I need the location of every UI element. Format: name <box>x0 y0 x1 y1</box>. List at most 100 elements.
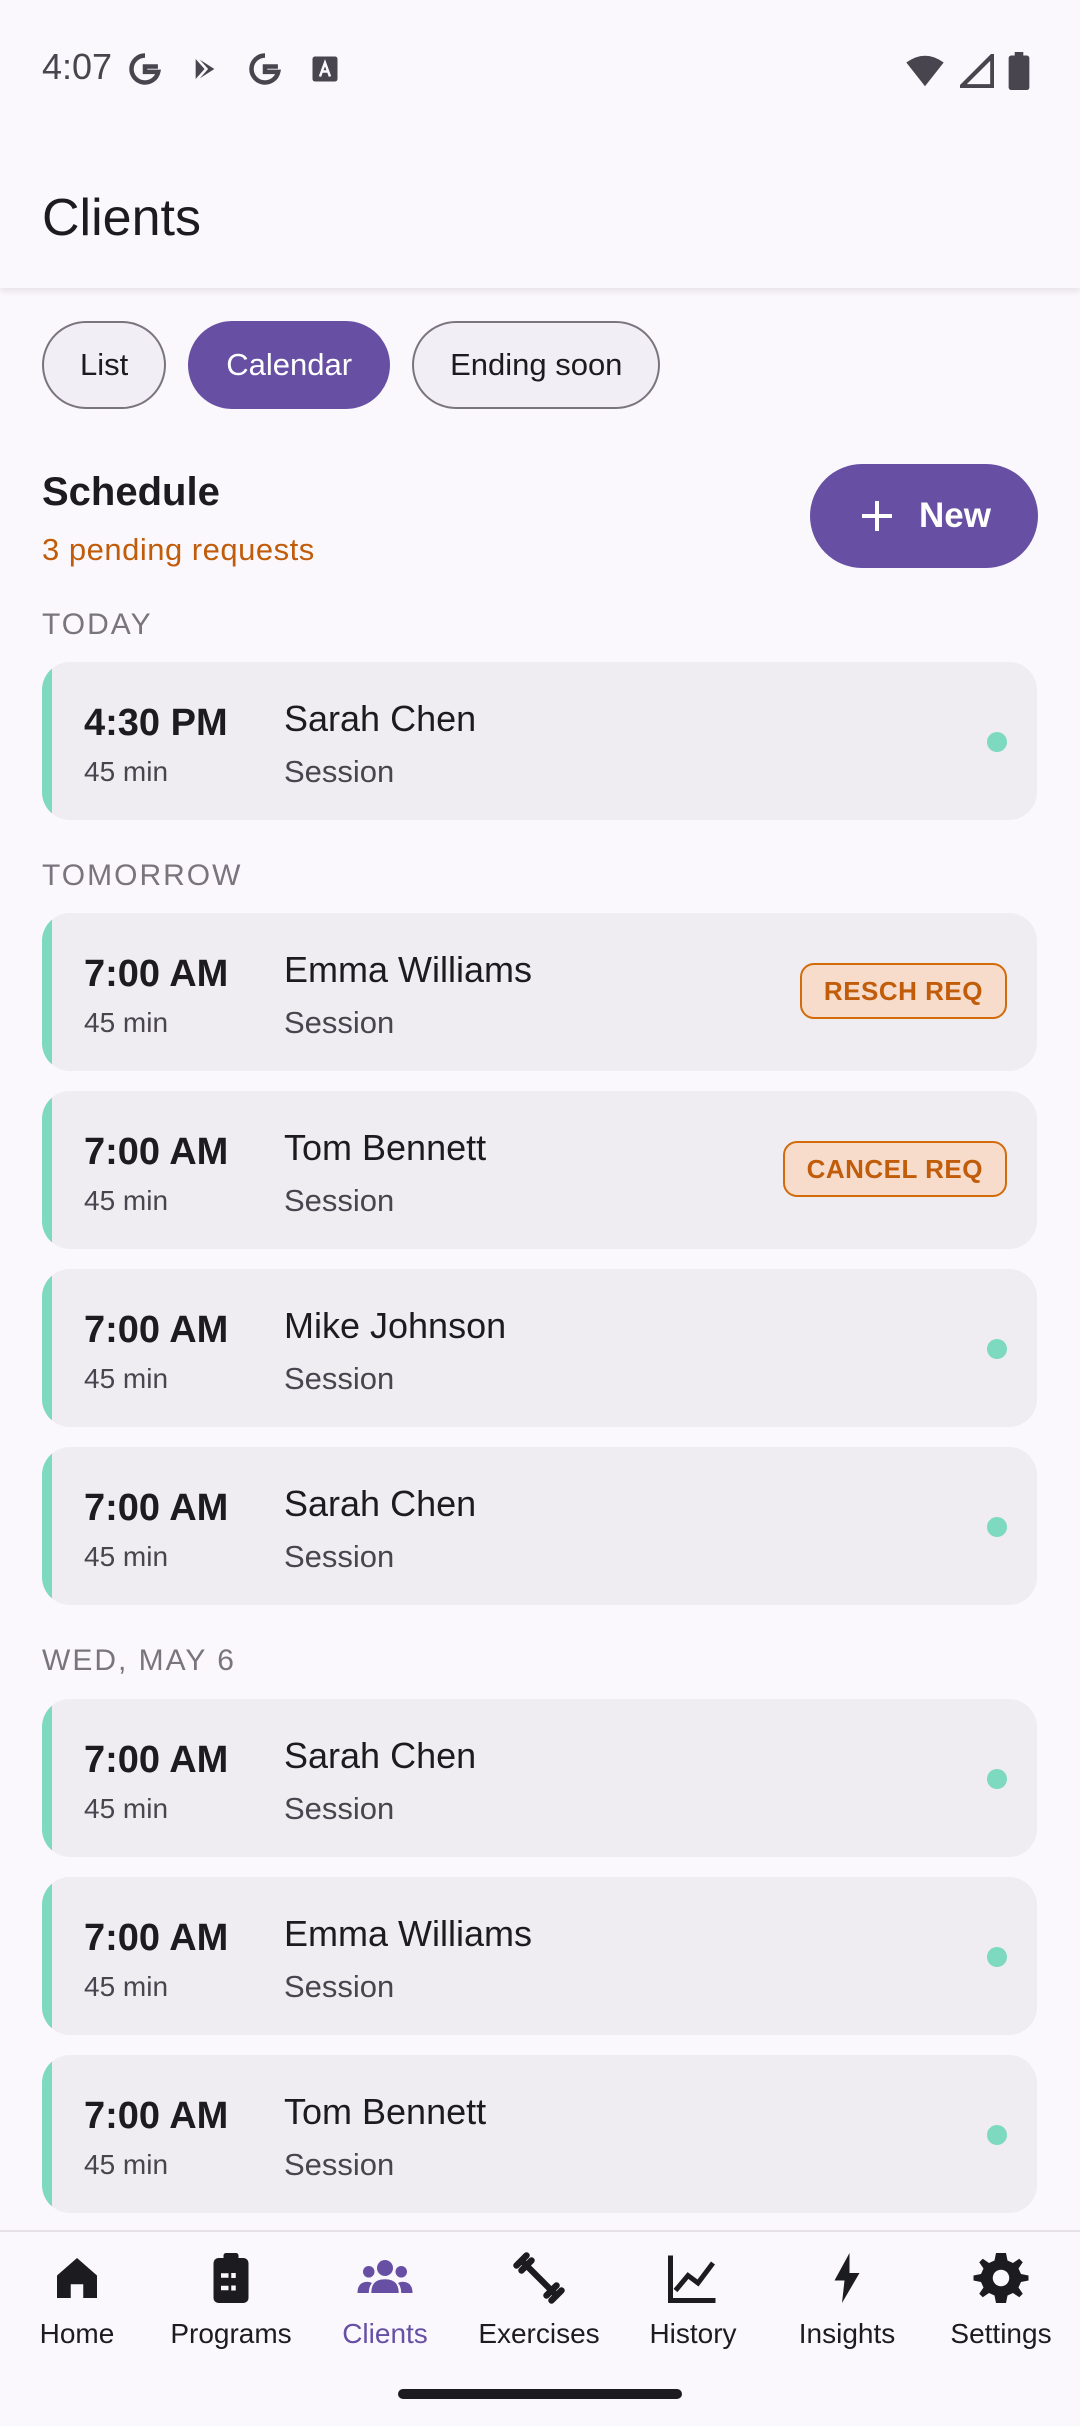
people-icon <box>357 2260 413 2293</box>
status-bar: 4:07 <box>0 0 1080 140</box>
wifi-icon <box>904 54 946 93</box>
client-name: Tom Bennett <box>284 1127 487 1168</box>
card-accent <box>42 1269 52 1427</box>
session-time: 7:00 AM <box>84 1739 229 1781</box>
status-dot <box>987 1339 1007 1359</box>
card-accent <box>42 1699 52 1857</box>
play-store-icon <box>186 50 224 88</box>
section-label-today: TODAY <box>42 608 153 641</box>
client-name: Tom Bennett <box>284 2091 487 2132</box>
session-time: 7:00 AM <box>84 1131 229 1173</box>
status-dot <box>987 1517 1007 1537</box>
reschedule-request-badge: RESCH REQ <box>799 963 1007 1019</box>
gear-icon <box>973 2253 1029 2303</box>
chip-calendar[interactable]: Calendar <box>188 321 391 409</box>
pending-requests-link[interactable]: 3 pending requests <box>42 532 315 568</box>
card-accent <box>42 1877 52 2035</box>
chip-ending-soon[interactable]: Ending soon <box>412 321 661 409</box>
plus-icon <box>862 501 893 531</box>
session-duration: 45 min <box>84 1185 169 1216</box>
session-card[interactable]: 7:00 AM 45 min Tom Bennett Session CANCE… <box>42 1091 1037 1249</box>
card-accent <box>42 1091 52 1249</box>
google-icon <box>126 50 164 88</box>
status-dot <box>987 1769 1007 1789</box>
nav-exercises[interactable]: Exercises <box>462 2248 616 2350</box>
page-title: Clients <box>42 189 201 247</box>
chart-line-icon <box>668 2255 716 2303</box>
notification-icons <box>126 50 344 88</box>
session-type: Session <box>284 1361 395 1396</box>
section-label-date: WED, MAY 6 <box>42 1644 236 1677</box>
client-name: Emma Williams <box>284 949 532 990</box>
nav-label: Settings <box>950 2318 1052 2349</box>
nav-label: History <box>649 2318 737 2349</box>
signal-icon <box>956 50 995 93</box>
battery-icon <box>1008 52 1030 95</box>
card-accent <box>42 913 52 1071</box>
nav-history[interactable]: History <box>616 2248 770 2350</box>
home-icon <box>57 2258 97 2298</box>
session-type: Session <box>284 1791 395 1826</box>
nav-settings[interactable]: Settings <box>924 2248 1078 2350</box>
nav-programs[interactable]: Programs <box>154 2248 308 2350</box>
session-card[interactable]: 7:00 AM 45 min Mike Johnson Session <box>42 1269 1037 1427</box>
session-duration: 45 min <box>84 1971 169 2002</box>
chip-list[interactable]: List <box>42 321 167 409</box>
session-type: Session <box>284 1539 395 1574</box>
session-duration: 45 min <box>84 1793 169 1824</box>
view-filter-chips: List Calendar Ending soon <box>42 321 661 409</box>
session-duration: 45 min <box>84 1541 169 1572</box>
client-name: Sarah Chen <box>284 1483 477 1524</box>
schedule-title: Schedule <box>42 470 220 514</box>
session-time: 7:00 AM <box>84 2095 229 2137</box>
top-app-bar: Clients <box>0 140 1080 288</box>
nav-label: Insights <box>798 2318 896 2349</box>
nav-label: Home <box>39 2318 115 2349</box>
nav-home[interactable]: Home <box>0 2248 154 2350</box>
client-name: Sarah Chen <box>284 698 477 739</box>
session-time: 7:00 AM <box>84 1487 229 1529</box>
session-card[interactable]: 7:00 AM 45 min Tom Bennett Session <box>42 2055 1037 2213</box>
session-card[interactable]: 7:00 AM 45 min Sarah Chen Session <box>42 1447 1037 1605</box>
clipboard-icon <box>213 2253 249 2303</box>
session-duration: 45 min <box>84 2149 169 2180</box>
session-duration: 45 min <box>84 1007 169 1038</box>
session-duration: 45 min <box>84 1363 169 1394</box>
google-icon <box>246 50 284 88</box>
session-type: Session <box>284 754 395 789</box>
client-name: Mike Johnson <box>284 1305 507 1346</box>
session-card[interactable]: 4:30 PM 45 min Sarah Chen Session <box>42 662 1037 820</box>
session-duration: 45 min <box>84 756 169 787</box>
new-session-button[interactable]: New <box>810 464 1038 568</box>
card-accent <box>42 1447 52 1605</box>
session-type: Session <box>284 1183 395 1218</box>
session-time: 4:30 PM <box>84 702 228 744</box>
card-accent <box>42 662 52 820</box>
card-accent <box>42 2055 52 2213</box>
section-label-tomorrow: TOMORROW <box>42 859 243 892</box>
cancel-request-badge: CANCEL REQ <box>782 1141 1007 1197</box>
session-type: Session <box>284 1969 395 2004</box>
session-time: 7:00 AM <box>84 1917 229 1959</box>
client-name: Sarah Chen <box>284 1735 477 1776</box>
dumbbell-icon <box>513 2252 565 2304</box>
system-icons <box>904 50 1030 95</box>
session-time: 7:00 AM <box>84 1309 229 1351</box>
client-name: Emma Williams <box>284 1913 532 1954</box>
status-time: 4:07 <box>42 46 113 87</box>
session-type: Session <box>284 2147 395 2182</box>
bolt-icon <box>834 2253 860 2303</box>
status-dot <box>987 732 1007 752</box>
home-gesture-bar[interactable] <box>398 2389 682 2399</box>
translate-icon <box>306 50 344 88</box>
session-card[interactable]: 7:00 AM 45 min Emma Williams Session <box>42 1877 1037 2035</box>
session-card[interactable]: 7:00 AM 45 min Sarah Chen Session <box>42 1699 1037 1857</box>
status-dot <box>987 1947 1007 1967</box>
status-dot <box>987 2125 1007 2145</box>
nav-label: Exercises <box>478 2318 600 2349</box>
session-card[interactable]: 7:00 AM 45 min Emma Williams Session RES… <box>42 913 1037 1071</box>
new-button-label: New <box>919 496 991 535</box>
session-type: Session <box>284 1005 395 1040</box>
nav-insights[interactable]: Insights <box>770 2248 924 2350</box>
nav-clients[interactable]: Clients <box>308 2248 462 2350</box>
